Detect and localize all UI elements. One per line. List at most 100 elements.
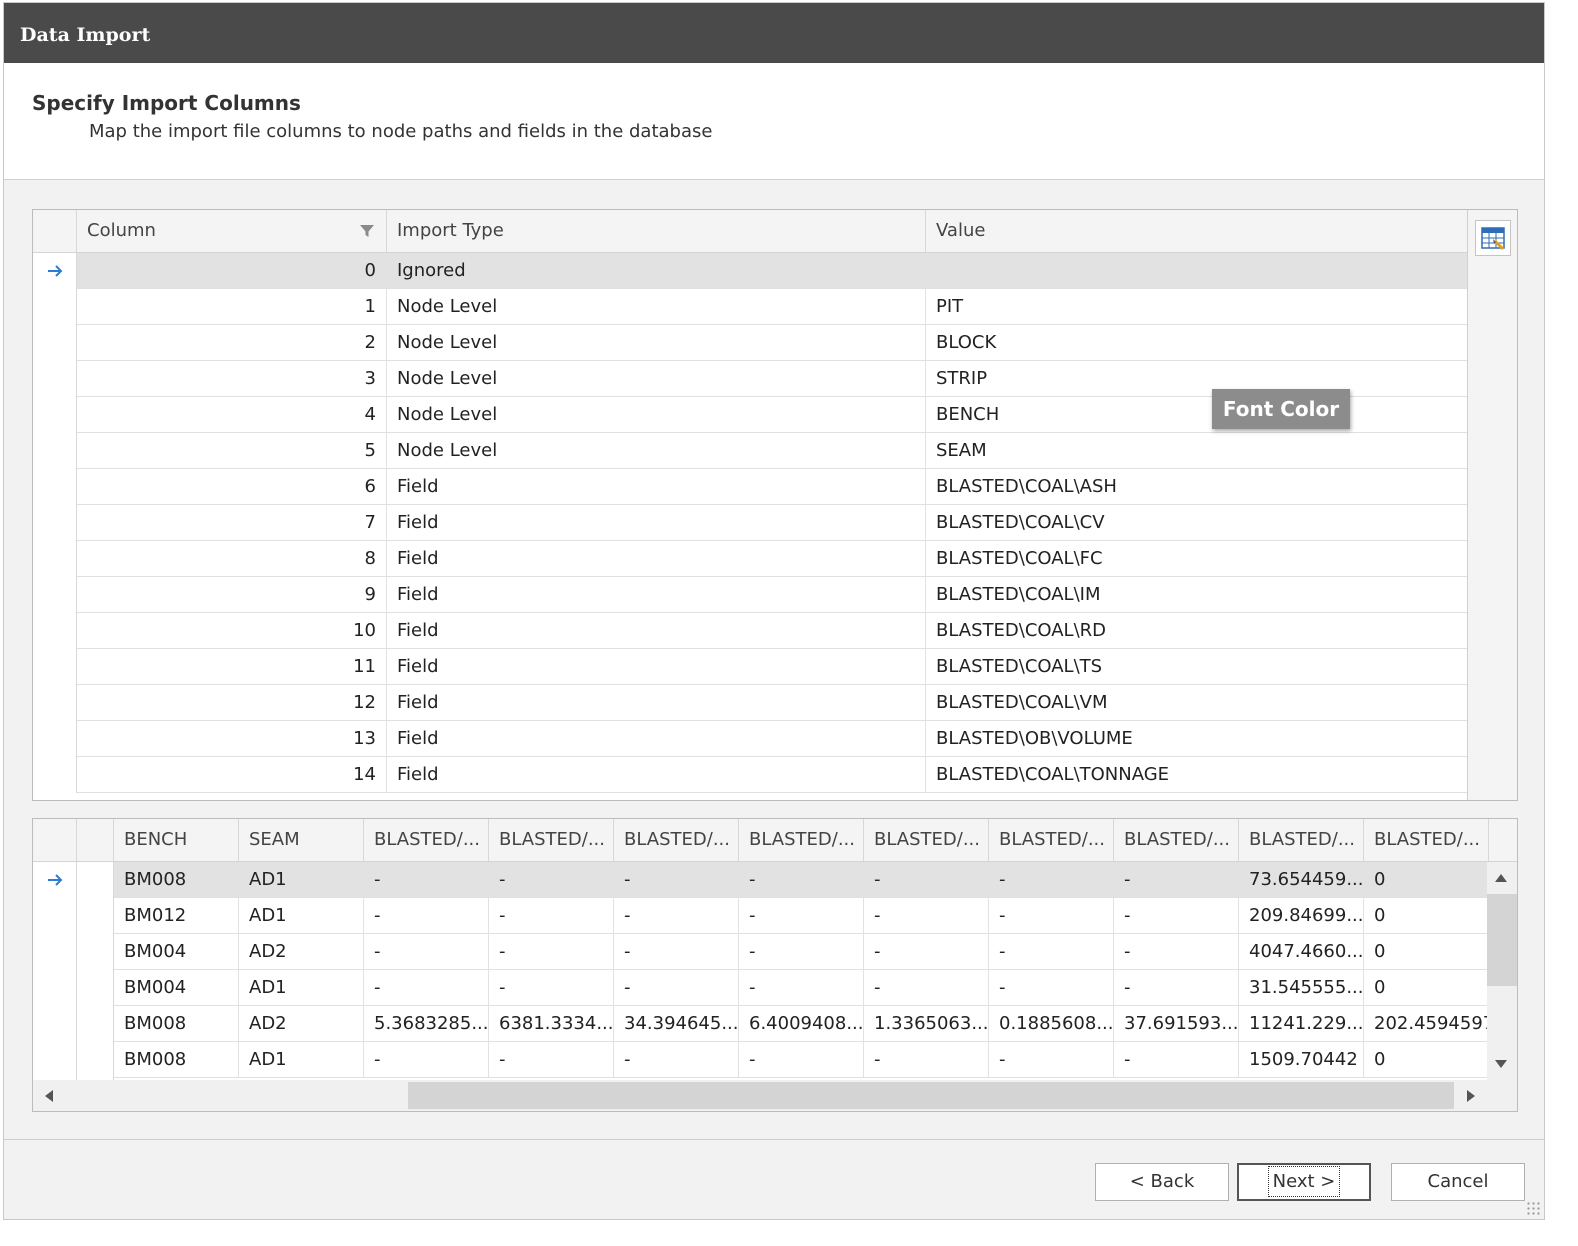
preview-cell[interactable]: -: [989, 934, 1114, 969]
import-type-cell[interactable]: Field: [387, 685, 926, 720]
preview-cell[interactable]: 1509.70442: [1239, 1042, 1364, 1077]
preview-cell[interactable]: 0: [1364, 1042, 1487, 1077]
column-index-cell[interactable]: 0: [77, 253, 387, 288]
preview-column-header[interactable]: SEAM: [239, 819, 364, 861]
preview-column-header[interactable]: BLASTED/...: [614, 819, 739, 861]
scroll-right-icon[interactable]: [1467, 1090, 1475, 1102]
row-indicator[interactable]: [33, 469, 77, 505]
preview-cell[interactable]: 209.84699...: [1239, 898, 1364, 933]
row-indicator[interactable]: [33, 433, 77, 469]
import-type-cell[interactable]: Field: [387, 541, 926, 576]
value-cell[interactable]: BLASTED\OB\VOLUME: [926, 721, 1467, 756]
preview-cell[interactable]: 1.3365063...: [864, 1006, 989, 1041]
horizontal-scrollbar[interactable]: [33, 1080, 1517, 1111]
mapping-row[interactable]: 1 Node Level PIT: [33, 289, 1467, 325]
mapping-row[interactable]: 9 Field BLASTED\COAL\IM: [33, 577, 1467, 613]
row-indicator[interactable]: [33, 289, 77, 325]
mapping-row[interactable]: 2 Node Level BLOCK: [33, 325, 1467, 361]
scroll-down-icon[interactable]: [1495, 1060, 1507, 1068]
preview-cell[interactable]: -: [489, 898, 614, 933]
preview-column-header[interactable]: BLASTED/...: [989, 819, 1114, 861]
value-cell[interactable]: BLASTED\COAL\CV: [926, 505, 1467, 540]
mapping-row[interactable]: 10 Field BLASTED\COAL\RD: [33, 613, 1467, 649]
column-index-cell[interactable]: 1: [77, 289, 387, 324]
preview-cell[interactable]: -: [489, 934, 614, 969]
preview-cell[interactable]: 73.654459...: [1239, 862, 1364, 897]
preview-cell[interactable]: BM008: [114, 862, 239, 897]
preview-cell[interactable]: 0: [1364, 898, 1487, 933]
row-indicator[interactable]: [33, 325, 77, 361]
column-index-cell[interactable]: 2: [77, 325, 387, 360]
import-type-cell[interactable]: Field: [387, 577, 926, 612]
column-index-cell[interactable]: 10: [77, 613, 387, 648]
mapping-row[interactable]: 12 Field BLASTED\COAL\VM: [33, 685, 1467, 721]
import-type-cell[interactable]: Node Level: [387, 289, 926, 324]
mapping-row[interactable]: 6 Field BLASTED\COAL\ASH: [33, 469, 1467, 505]
preview-cell[interactable]: -: [989, 970, 1114, 1005]
value-cell[interactable]: BLASTED\COAL\RD: [926, 613, 1467, 648]
value-cell[interactable]: BLASTED\COAL\VM: [926, 685, 1467, 720]
import-type-cell[interactable]: Node Level: [387, 433, 926, 468]
row-indicator[interactable]: [33, 253, 77, 289]
column-index-cell[interactable]: 8: [77, 541, 387, 576]
import-type-cell[interactable]: Node Level: [387, 361, 926, 396]
preview-column-header[interactable]: BLASTED/...: [489, 819, 614, 861]
preview-cell[interactable]: -: [1114, 1042, 1239, 1077]
mapping-row[interactable]: 14 Field BLASTED\COAL\TONNAGE: [33, 757, 1467, 793]
preview-row[interactable]: BM008 AD2 5.3683285... 6381.3334... 34.39464…: [33, 1006, 1487, 1042]
row-indicator[interactable]: [33, 934, 77, 970]
horizontal-scroll-thumb[interactable]: [408, 1082, 1454, 1109]
preview-cell[interactable]: BM008: [114, 1042, 239, 1077]
import-type-cell[interactable]: Field: [387, 613, 926, 648]
preview-cell[interactable]: -: [989, 1042, 1114, 1077]
preview-cell[interactable]: -: [739, 1042, 864, 1077]
import-type-cell[interactable]: Field: [387, 721, 926, 756]
preview-column-header[interactable]: BLASTED/...: [364, 819, 489, 861]
preview-row[interactable]: BM012 AD1- - - - - - -209.84699... 0: [33, 898, 1487, 934]
preview-cell[interactable]: -: [614, 862, 739, 897]
preview-cell[interactable]: BM004: [114, 970, 239, 1005]
back-button[interactable]: < Back: [1095, 1163, 1229, 1201]
preview-cell[interactable]: -: [364, 1042, 489, 1077]
preview-column-header[interactable]: BLASTED/...: [864, 819, 989, 861]
preview-cell[interactable]: -: [739, 970, 864, 1005]
row-indicator[interactable]: [33, 541, 77, 577]
value-cell[interactable]: SEAM: [926, 433, 1467, 468]
preview-cell[interactable]: AD2: [239, 1006, 364, 1041]
value-cell[interactable]: PIT: [926, 289, 1467, 324]
preview-cell[interactable]: -: [1114, 970, 1239, 1005]
preview-column-header[interactable]: BLASTED/...: [1364, 819, 1489, 861]
preview-cell[interactable]: -: [364, 862, 489, 897]
preview-cell[interactable]: -: [614, 934, 739, 969]
preview-cell[interactable]: -: [864, 970, 989, 1005]
row-indicator[interactable]: [33, 1006, 77, 1042]
column-index-cell[interactable]: 6: [77, 469, 387, 504]
column-chooser-button[interactable]: [1475, 220, 1511, 256]
preview-cell[interactable]: -: [364, 934, 489, 969]
preview-cell[interactable]: -: [864, 934, 989, 969]
next-button[interactable]: Next >: [1237, 1163, 1371, 1201]
column-index-cell[interactable]: 12: [77, 685, 387, 720]
preview-cell[interactable]: 5.3683285...: [364, 1006, 489, 1041]
preview-column-header[interactable]: BLASTED/...: [1239, 819, 1364, 861]
preview-cell[interactable]: -: [989, 898, 1114, 933]
value-cell[interactable]: BENCH: [926, 397, 1467, 432]
import-type-cell[interactable]: Field: [387, 649, 926, 684]
mapping-row[interactable]: 0 Ignored: [33, 253, 1467, 289]
preview-cell[interactable]: -: [864, 1042, 989, 1077]
value-cell[interactable]: BLASTED\COAL\IM: [926, 577, 1467, 612]
row-indicator[interactable]: [33, 613, 77, 649]
mapping-row[interactable]: 8 Field BLASTED\COAL\FC: [33, 541, 1467, 577]
import-type-cell[interactable]: Node Level: [387, 397, 926, 432]
row-indicator[interactable]: [33, 505, 77, 541]
column-index-cell[interactable]: 5: [77, 433, 387, 468]
preview-cell[interactable]: AD1: [239, 1042, 364, 1077]
value-cell[interactable]: BLASTED\COAL\TONNAGE: [926, 757, 1467, 792]
column-header-import-type[interactable]: Import Type: [387, 210, 926, 252]
cancel-button[interactable]: Cancel: [1391, 1163, 1525, 1201]
preview-column-header[interactable]: BENCH: [114, 819, 239, 861]
resize-grip-icon[interactable]: [1526, 1201, 1540, 1215]
preview-cell[interactable]: 37.691593...: [1114, 1006, 1239, 1041]
preview-cell[interactable]: AD2: [239, 934, 364, 969]
preview-cell[interactable]: 0: [1364, 970, 1487, 1005]
